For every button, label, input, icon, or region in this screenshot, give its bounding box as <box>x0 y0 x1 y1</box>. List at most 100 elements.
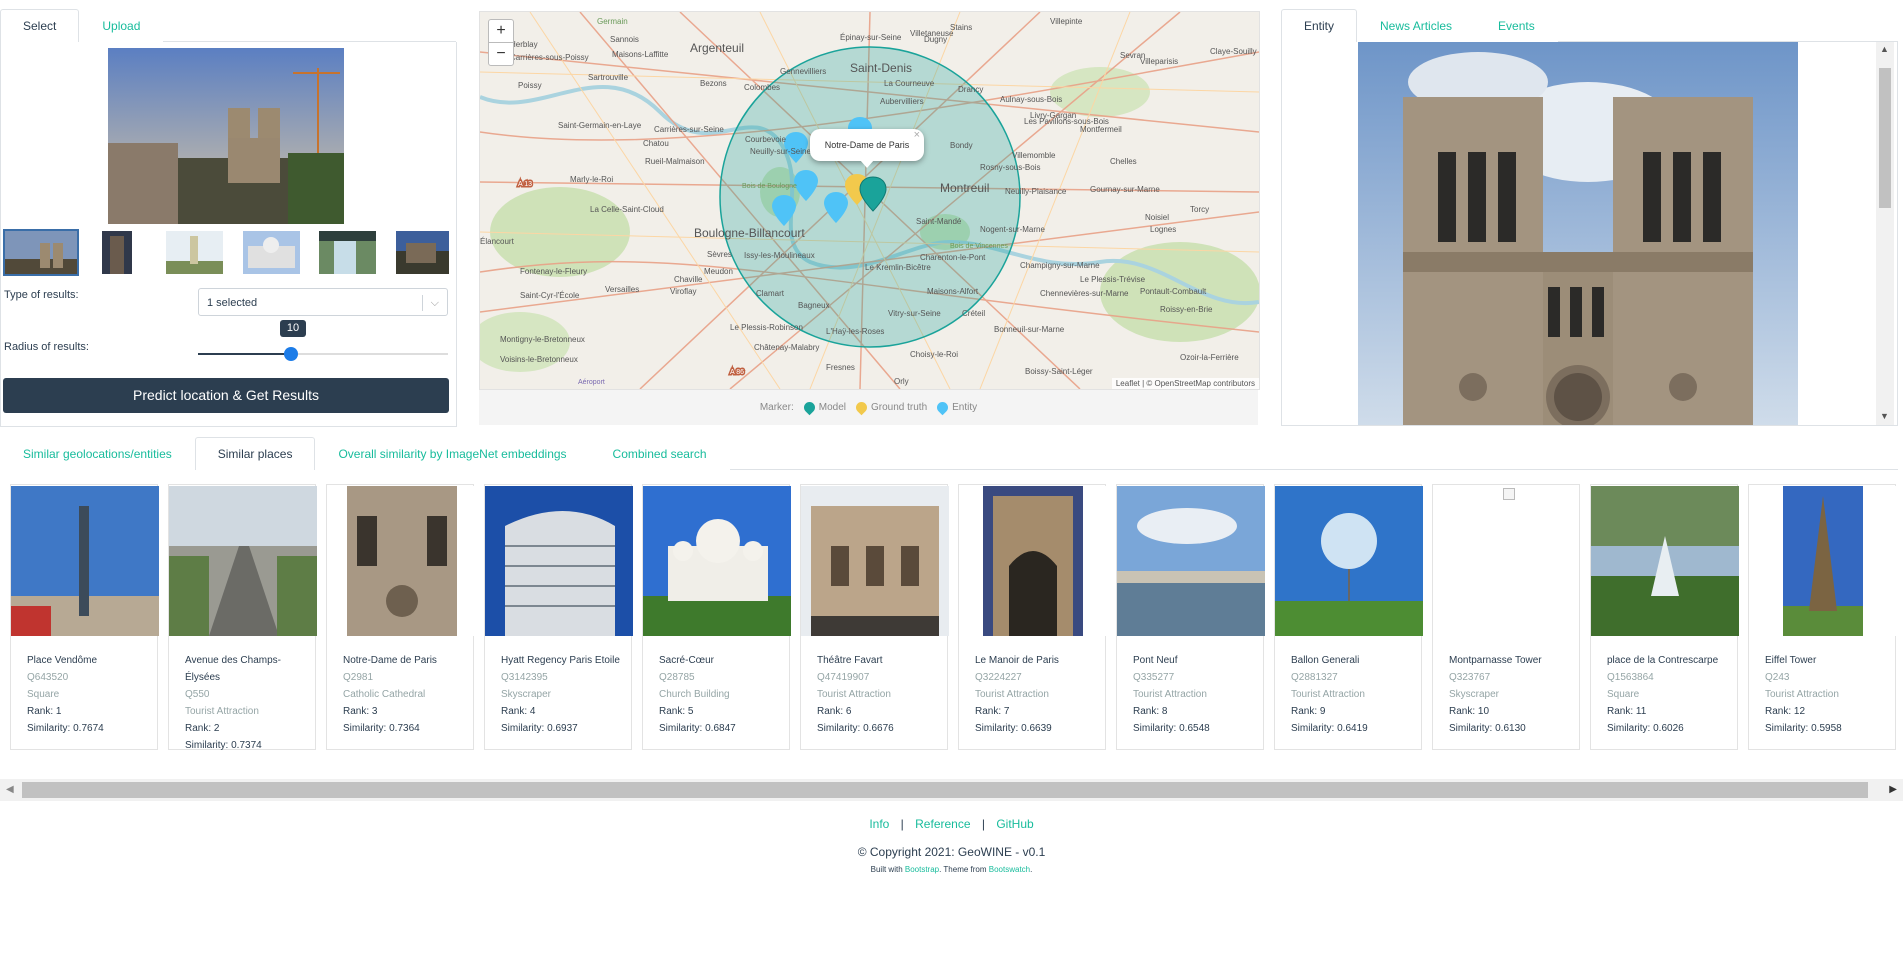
radius-slider-handle[interactable] <box>284 347 298 361</box>
place-card[interactable]: Ballon Generali Q2881327 Tourist Attractio… <box>1274 484 1423 750</box>
place-card[interactable]: Théâtre Favart Q47419907 Tourist Attractio… <box>800 484 949 750</box>
type-of-results-select[interactable]: 1 selected ⌵ <box>198 288 448 316</box>
bootstrap-link[interactable]: Bootstrap <box>905 865 939 874</box>
svg-text:Ozoir-la-Ferrière: Ozoir-la-Ferrière <box>1180 353 1239 362</box>
thumbnail-5[interactable] <box>319 231 376 274</box>
place-similarity: Similarity: 0.5958 <box>1765 723 1842 734</box>
place-card[interactable]: Place Vendôme Q643520 Square Rank: 1 Similar… <box>10 484 159 750</box>
thumbnail-2[interactable] <box>102 231 132 274</box>
thumbnail-1[interactable] <box>3 229 79 276</box>
built-prefix: Built with <box>870 865 905 874</box>
map-popup-text: Notre-Dame de Paris <box>824 140 910 150</box>
info-link[interactable]: Info <box>869 817 889 831</box>
svg-text:Issy-les-Moulineaux: Issy-les-Moulineaux <box>744 251 815 260</box>
svg-text:Colombes: Colombes <box>744 83 780 92</box>
svg-text:Maisons-Alfort: Maisons-Alfort <box>927 287 979 296</box>
map-popup: Notre-Dame de Paris × <box>810 129 924 161</box>
scroll-right-icon[interactable]: ▶ <box>1889 784 1897 795</box>
svg-text:Rosny-sous-Bois: Rosny-sous-Bois <box>980 163 1040 172</box>
place-type: Tourist Attraction <box>1765 689 1839 700</box>
tab-upload[interactable]: Upload <box>79 9 164 42</box>
legend-entity: Entity <box>934 399 977 416</box>
place-card[interactable]: Sacré-Cœur Q28785 Church Building Rank: 5 Si… <box>642 484 791 750</box>
place-rank: Rank: 7 <box>975 706 1010 717</box>
bootswatch-link[interactable]: Bootswatch <box>989 865 1030 874</box>
radius-slider[interactable] <box>198 347 448 361</box>
svg-text:Fontenay-le-Fleury: Fontenay-le-Fleury <box>520 267 587 276</box>
place-similarity: Similarity: 0.6026 <box>1607 723 1684 734</box>
place-similarity: Similarity: 0.6419 <box>1291 723 1368 734</box>
place-card[interactable]: Notre-Dame de Paris Q2981 Catholic Cathedr… <box>326 484 475 750</box>
place-type: Church Building <box>659 689 730 700</box>
svg-text:Orly: Orly <box>894 377 909 386</box>
place-image <box>485 486 633 636</box>
place-rank: Rank: 12 <box>1765 706 1806 717</box>
place-name: Montparnasse Tower <box>1449 655 1542 666</box>
svg-text:Chelles: Chelles <box>1110 157 1137 166</box>
place-card[interactable]: Pont Neuf Q335277 Tourist Attraction Rank: … <box>1116 484 1265 750</box>
tab-entity[interactable]: Entity <box>1281 9 1358 42</box>
thumbnail-4[interactable] <box>243 231 300 274</box>
place-card[interactable]: Montparnasse Tower Q323767 Skyscraper Rank:… <box>1432 484 1580 750</box>
scrollbar-thumb[interactable] <box>22 782 1868 798</box>
tab-imagenet-similarity[interactable]: Overall similarity by ImageNet embedding… <box>315 437 590 470</box>
entity-image <box>1358 42 1798 425</box>
tab-events[interactable]: Events <box>1475 9 1558 42</box>
svg-text:Bonneuil-sur-Marne: Bonneuil-sur-Marne <box>994 325 1065 334</box>
radius-label: Radius of results: <box>4 341 89 353</box>
place-name: Notre-Dame de Paris <box>343 655 437 666</box>
place-name: Pont Neuf <box>1133 655 1178 666</box>
svg-text:Pontault-Combault: Pontault-Combault <box>1140 287 1207 296</box>
map[interactable]: Argenteuil Saint-Denis Épinay-sur-Seine … <box>479 11 1260 390</box>
scroll-up-icon[interactable]: ▲ <box>1880 44 1889 54</box>
tab-similar-places[interactable]: Similar places <box>194 437 316 470</box>
svg-text:Courbevoie: Courbevoie <box>745 135 786 144</box>
footer-links: Info | Reference | GitHub <box>0 817 1903 831</box>
svg-text:Le Kremlin-Bicêtre: Le Kremlin-Bicêtre <box>865 263 931 272</box>
svg-text:Saint-Cyr-l'École: Saint-Cyr-l'École <box>520 291 580 300</box>
tab-similar-geolocations[interactable]: Similar geolocations/entities <box>0 437 195 470</box>
place-card[interactable]: Le Manoir de Paris Q3224227 Tourist Attrac… <box>958 484 1107 750</box>
place-image <box>959 486 1107 636</box>
svg-text:Épinay-sur-Seine: Épinay-sur-Seine <box>840 33 902 42</box>
svg-text:Aéroport: Aéroport <box>578 379 605 386</box>
place-card[interactable]: Hyatt Regency Paris Etoile Q3142395 Skyscr… <box>484 484 633 750</box>
results-horizontal-scrollbar[interactable]: ◀ ▶ <box>0 779 1903 801</box>
svg-text:Bois de Boulogne: Bois de Boulogne <box>742 183 797 190</box>
svg-text:Sannois: Sannois <box>610 35 639 44</box>
left-tabs: Select Upload <box>0 9 456 42</box>
scroll-down-icon[interactable]: ▼ <box>1880 411 1889 421</box>
place-type: Tourist Attraction <box>1133 689 1207 700</box>
predict-button[interactable]: Predict location & Get Results <box>3 378 449 413</box>
place-name: Théâtre Favart <box>817 655 883 666</box>
place-card[interactable]: Eiffel Tower Q243 Tourist Attraction Rank: … <box>1748 484 1897 750</box>
place-rank: Rank: 11 <box>1607 706 1647 717</box>
place-qid: Q3142395 <box>501 672 548 683</box>
svg-text:Le Plessis-Robinson: Le Plessis-Robinson <box>730 323 803 332</box>
zoom-out-button[interactable]: − <box>488 42 514 66</box>
place-card[interactable]: place de la Contrescarpe Q1563864 Square Ra… <box>1590 484 1739 750</box>
svg-text:Claye-Souilly: Claye-Souilly <box>1210 47 1257 56</box>
reference-link[interactable]: Reference <box>915 817 970 831</box>
svg-text:Meudon: Meudon <box>704 267 733 276</box>
tab-news-articles[interactable]: News Articles <box>1357 9 1476 42</box>
thumbnail-6[interactable] <box>396 231 449 274</box>
broken-image-icon <box>1503 488 1515 500</box>
zoom-in-button[interactable]: + <box>488 19 514 43</box>
place-rank: Rank: 1 <box>27 706 62 717</box>
tab-select[interactable]: Select <box>0 9 80 42</box>
tab-combined-search[interactable]: Combined search <box>589 437 730 470</box>
svg-text:La Celle-Saint-Cloud: La Celle-Saint-Cloud <box>590 205 664 214</box>
place-rank: Rank: 2 <box>185 723 220 734</box>
popup-close-icon[interactable]: × <box>914 119 920 151</box>
scrollbar-thumb[interactable] <box>1879 68 1891 208</box>
place-type: Tourist Attraction <box>975 689 1049 700</box>
thumbnail-3[interactable] <box>166 231 223 274</box>
place-image <box>11 486 159 636</box>
place-card[interactable]: Avenue des Champs-Élysées Q550 Tourist Att… <box>168 484 317 751</box>
right-panel-scrollbar[interactable]: ▲ ▼ <box>1876 42 1894 425</box>
scroll-left-icon[interactable]: ◀ <box>6 784 14 795</box>
github-link[interactable]: GitHub <box>996 817 1033 831</box>
svg-text:Roissy-en-Brie: Roissy-en-Brie <box>1160 305 1213 314</box>
svg-text:Champigny-sur-Marne: Champigny-sur-Marne <box>1020 261 1100 270</box>
